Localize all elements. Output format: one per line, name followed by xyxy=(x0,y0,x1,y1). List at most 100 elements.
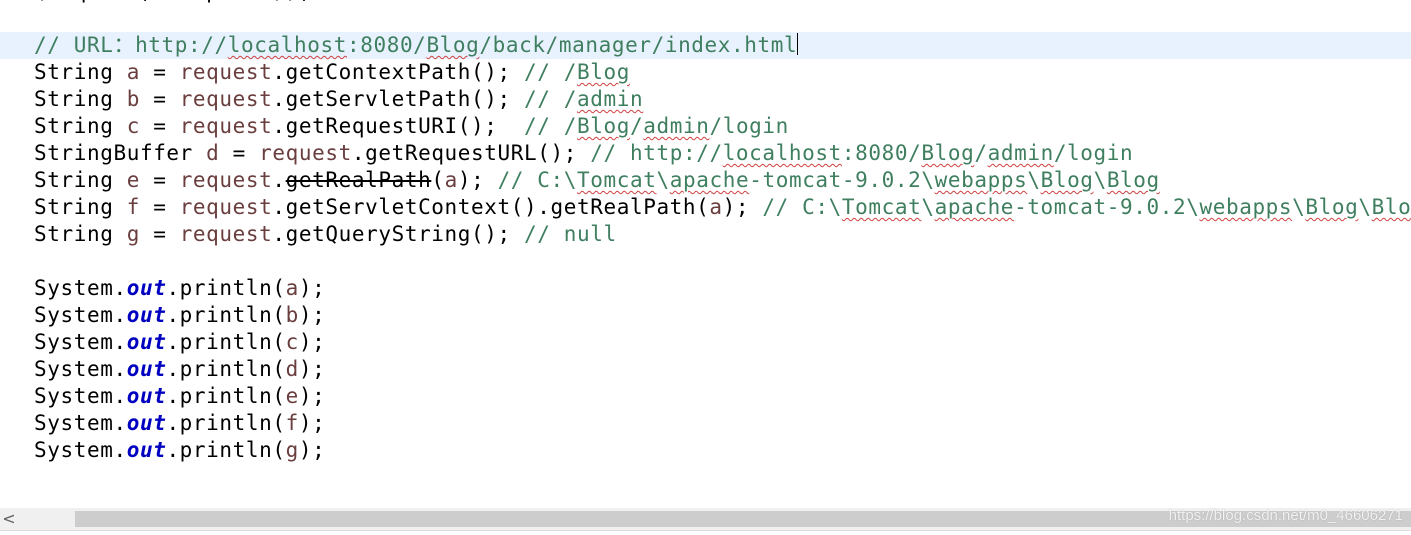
code-token-plain: ); xyxy=(298,384,326,408)
code-token-plain: .println( xyxy=(166,276,286,300)
horizontal-scrollbar[interactable]: < xyxy=(0,508,1411,530)
code-token-var: b xyxy=(126,87,140,111)
spelling-marker: Blog xyxy=(577,114,630,138)
spelling-marker: Blog xyxy=(921,141,975,165)
code-token-var: e xyxy=(285,384,299,408)
code-token-plain: System. xyxy=(34,357,127,381)
code-token-comment: http://localhost:8080/Blog/back/manager/… xyxy=(135,33,798,57)
code-token-var: a xyxy=(126,60,140,84)
code-line[interactable]: String a = request.getContextPath(); // … xyxy=(0,59,1411,86)
spelling-marker: Blog xyxy=(426,33,480,57)
code-token-plain: ); xyxy=(722,195,763,219)
code-line-current[interactable]: // URL：http://localhost:8080/Blog/back/m… xyxy=(0,32,1411,59)
code-line[interactable]: System.out.println(b); xyxy=(0,302,1411,329)
code-token-comment: // http://localhost:8080/Blog/admin/logi… xyxy=(590,141,1134,165)
text-caret xyxy=(797,33,799,55)
code-token-plain: = xyxy=(139,222,180,246)
code-token-plain: .println( xyxy=(166,357,286,381)
code-line[interactable]: System.out.println(g); xyxy=(0,437,1411,464)
code-token-plain: System. xyxy=(34,276,127,300)
code-token-plain: System. xyxy=(34,438,127,462)
scrollbar-thumb[interactable] xyxy=(75,511,1411,527)
code-token-var: e xyxy=(126,168,140,192)
code-token-field: out xyxy=(126,384,167,408)
code-token-plain: ); xyxy=(298,411,326,435)
code-token-comment: // /Blog/admin/login xyxy=(524,114,789,138)
code-token-var: request xyxy=(179,114,273,138)
code-token-var: g xyxy=(126,222,140,246)
code-token-plain: .println( xyxy=(166,384,286,408)
code-token-plain: .getQueryString(); xyxy=(272,222,525,246)
code-line[interactable]: String c = request.getRequestURI(); // /… xyxy=(0,113,1411,140)
code-line[interactable]: String e = request.getRealPath(a); // C:… xyxy=(0,167,1411,194)
code-token-field: out xyxy=(126,330,167,354)
code-token-plain: System. xyxy=(34,411,127,435)
code-token-field: out xyxy=(126,411,167,435)
code-token-plain: System. xyxy=(34,384,127,408)
code-line[interactable]: String g = request.getQueryString(); // … xyxy=(0,221,1411,248)
code-token-comment: // /Blog xyxy=(524,60,630,84)
code-line[interactable]: StringBuffer d = request.getRequestURL()… xyxy=(0,140,1411,167)
code-line[interactable]: System.out.println(e); xyxy=(0,383,1411,410)
code-token-var: a xyxy=(444,168,458,192)
code-line[interactable] xyxy=(0,5,1411,32)
code-token-plain: .getRequestURI(); xyxy=(272,114,525,138)
code-line[interactable]: System.out.println(a); xyxy=(0,275,1411,302)
code-token-plain: ); xyxy=(298,303,326,327)
spelling-marker: Tomcat xyxy=(841,195,922,219)
chevron-left-icon[interactable]: < xyxy=(0,508,18,530)
spelling-marker: apache xyxy=(669,168,750,192)
code-token-var: a xyxy=(709,195,723,219)
code-token-plain: .println( xyxy=(166,303,286,327)
code-lines: (request, response)); // URL：http://local… xyxy=(0,0,1411,464)
code-token-plain: . xyxy=(272,168,286,192)
code-token-plain: .println( xyxy=(166,330,286,354)
code-token-var: request xyxy=(179,60,273,84)
code-token-field: out xyxy=(126,438,167,462)
code-token-comment: // /admin xyxy=(524,87,644,111)
code-token-plain: = xyxy=(139,60,180,84)
code-token-plain: .getServletContext().getRealPath( xyxy=(272,195,710,219)
code-token-plain: .println( xyxy=(166,438,286,462)
code-line[interactable]: String b = request.getServletPath(); // … xyxy=(0,86,1411,113)
code-token-var: c xyxy=(285,330,299,354)
code-token-plain: = xyxy=(219,141,260,165)
code-token-var: f xyxy=(285,411,299,435)
code-editor[interactable]: (request, response)); // URL：http://local… xyxy=(0,0,1411,508)
code-token-var: request xyxy=(179,168,273,192)
code-token-plain: String xyxy=(34,114,127,138)
code-token-field: out xyxy=(126,357,167,381)
spelling-marker: webapps xyxy=(1199,195,1293,219)
code-line[interactable]: System.out.println(c); xyxy=(0,329,1411,356)
code-token-plain: = xyxy=(139,168,180,192)
code-token-plain: ); xyxy=(298,357,326,381)
spelling-marker: admin xyxy=(987,141,1054,165)
code-line[interactable]: System.out.println(f); xyxy=(0,410,1411,437)
spelling-marker: Tomcat xyxy=(577,168,657,192)
spelling-marker: Blog xyxy=(1305,195,1359,219)
code-token-plain: .getRequestURL(); xyxy=(351,141,591,165)
code-token-plain: String xyxy=(34,60,127,84)
code-token-var: d xyxy=(206,141,220,165)
spelling-marker: Blog xyxy=(1371,195,1411,219)
spelling-marker: localhost xyxy=(227,33,347,57)
code-line[interactable]: String f = request.getServletContext().g… xyxy=(0,194,1411,221)
code-token-comment: // C:\Tomcat\apache-tomcat-9.0.2\webapps… xyxy=(497,168,1160,192)
code-line[interactable] xyxy=(0,248,1411,275)
code-token-plain: ( xyxy=(431,168,445,192)
code-line[interactable]: System.out.println(d); xyxy=(0,356,1411,383)
spelling-marker: Blog xyxy=(1106,168,1160,192)
code-token-plain: ); xyxy=(298,276,326,300)
code-token-plain: .getServletPath(); xyxy=(272,87,525,111)
spelling-marker: webapps xyxy=(934,168,1028,192)
code-token-plain: ); xyxy=(298,330,326,354)
code-token-var: request xyxy=(179,222,273,246)
code-token-comment: // null xyxy=(524,222,617,246)
code-token-plain: String xyxy=(34,222,127,246)
code-token-plain: ); xyxy=(298,438,326,462)
code-token-plain: String xyxy=(34,168,127,192)
code-token-plain: .getContextPath(); xyxy=(272,60,525,84)
code-token-var: g xyxy=(285,438,299,462)
code-token-comment: // C:\Tomcat\apache-tomcat-9.0.2\webapps… xyxy=(762,195,1411,219)
code-token-plain: System. xyxy=(34,303,127,327)
